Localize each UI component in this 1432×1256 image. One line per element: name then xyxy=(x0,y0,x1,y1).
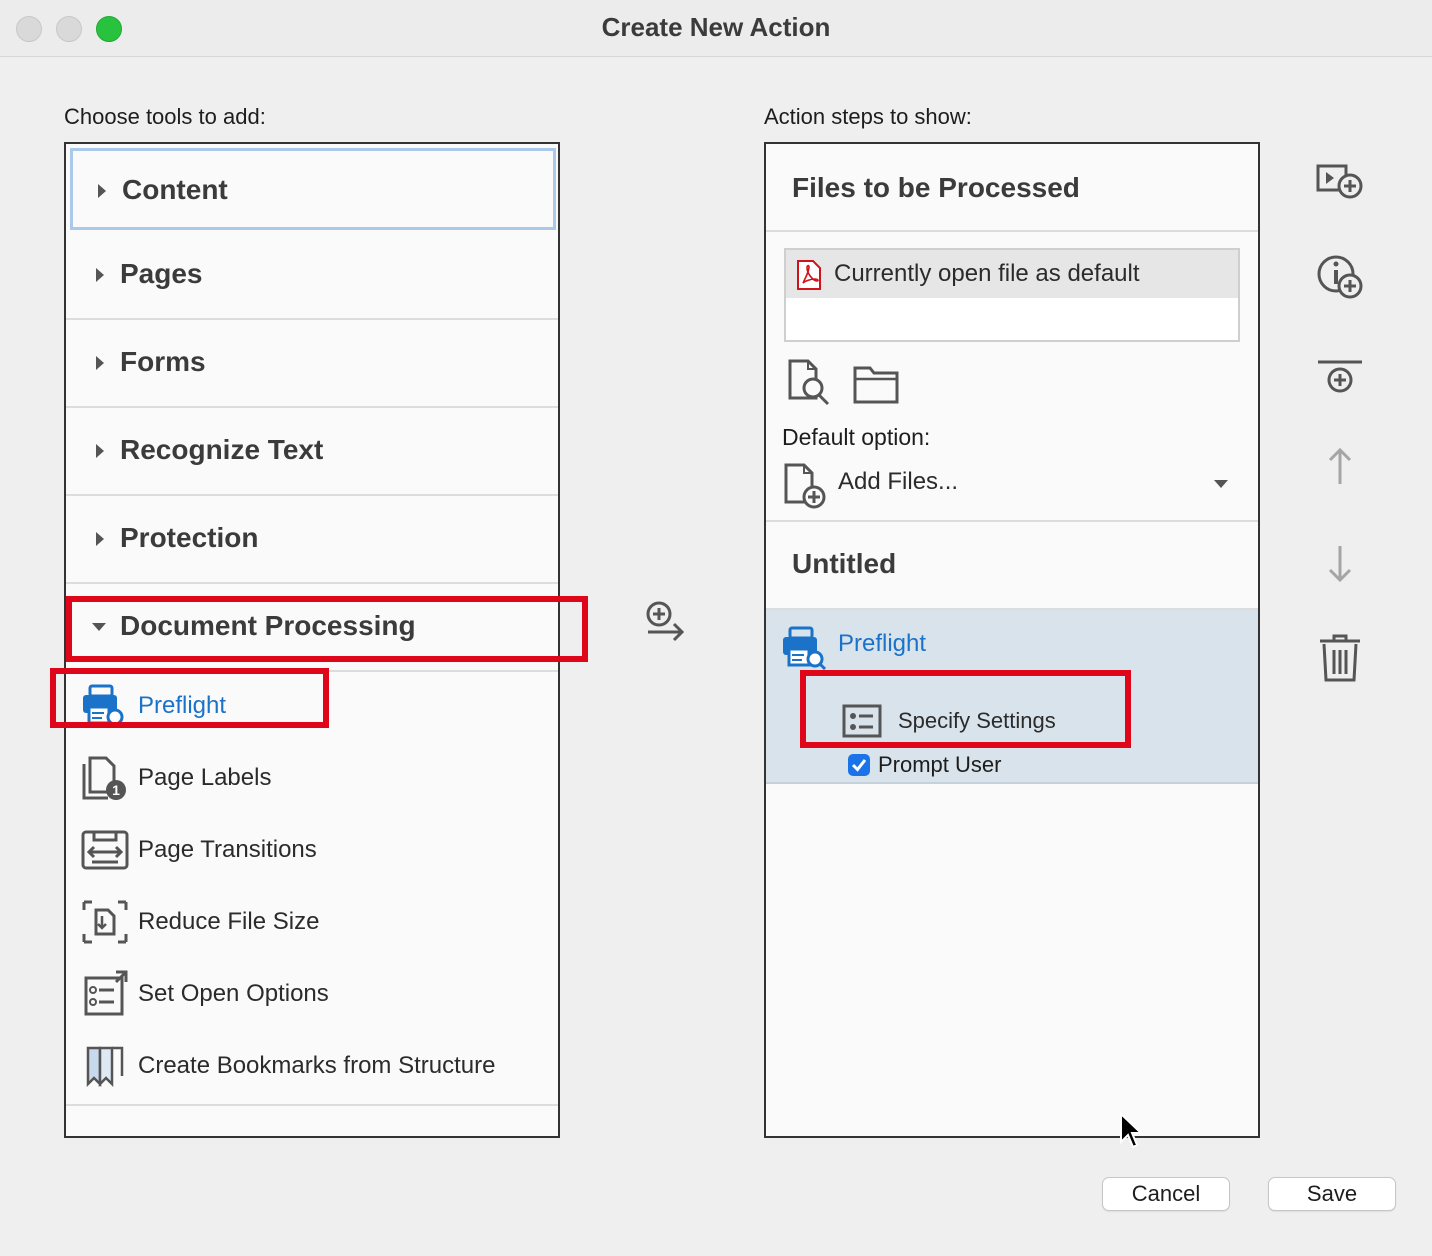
prompt-user-checkbox[interactable] xyxy=(848,754,870,776)
files-list[interactable]: Currently open file as default xyxy=(784,248,1240,342)
add-to-action-icon[interactable] xyxy=(644,600,688,648)
move-up-arrow-icon[interactable] xyxy=(1312,444,1368,496)
chevron-down-icon xyxy=(1214,480,1228,488)
divider xyxy=(766,230,1258,232)
checkmark-icon xyxy=(851,759,867,772)
add-files-icon xyxy=(784,463,826,509)
reduce-file-size-icon xyxy=(82,900,128,944)
bookmarks-icon xyxy=(86,1046,124,1088)
highlight-document-processing xyxy=(66,596,588,662)
category-protection[interactable]: Protection xyxy=(66,496,558,584)
page-labels-icon: 1 xyxy=(82,756,126,800)
list-divider xyxy=(66,1104,558,1106)
action-steps-label: Action steps to show: xyxy=(764,104,972,129)
svg-text:1: 1 xyxy=(112,782,120,798)
move-down-arrow-icon[interactable] xyxy=(1312,540,1368,592)
expand-triangle-icon xyxy=(96,532,104,546)
default-option-label: Default option: xyxy=(782,424,931,450)
default-option-dropdown[interactable]: Add Files... xyxy=(782,462,1242,510)
untitled-section-title[interactable]: Untitled xyxy=(792,548,896,580)
expand-triangle-icon xyxy=(96,444,104,458)
add-instructions-icon[interactable] xyxy=(1312,252,1368,304)
files-section-title: Files to be Processed xyxy=(792,172,1080,203)
tool-page-labels[interactable]: 1 Page Labels xyxy=(80,748,550,808)
page-transitions-icon xyxy=(81,830,129,870)
browse-file-icon[interactable] xyxy=(786,358,834,406)
divider xyxy=(766,520,1258,522)
save-button[interactable]: Save xyxy=(1268,1177,1396,1211)
choose-tools-label: Choose tools to add: xyxy=(64,104,266,129)
expand-triangle-icon xyxy=(98,184,106,198)
category-recognize-text[interactable]: Recognize Text xyxy=(66,408,558,496)
preflight-icon xyxy=(783,626,827,671)
category-forms[interactable]: Forms xyxy=(66,320,558,408)
window-title: Create New Action xyxy=(601,12,831,42)
add-panel-separator-icon[interactable] xyxy=(1312,354,1368,406)
file-list-item[interactable]: Currently open file as default xyxy=(786,250,1238,298)
highlight-preflight-tool xyxy=(50,668,329,728)
action-steps-panel: Files to be Processed Currently open fil… xyxy=(764,142,1260,1138)
trash-icon[interactable] xyxy=(1312,632,1368,684)
cancel-button[interactable]: Cancel xyxy=(1102,1177,1230,1211)
tool-page-transitions[interactable]: Page Transitions xyxy=(80,820,550,880)
folder-icon[interactable] xyxy=(852,362,900,406)
step-preflight-label: Preflight xyxy=(838,630,927,657)
expand-triangle-icon xyxy=(96,356,104,370)
pdf-file-icon xyxy=(797,260,821,290)
mouse-cursor-icon xyxy=(1120,1112,1144,1149)
prompt-user-label: Prompt User xyxy=(878,752,1002,777)
tool-reduce-file-size[interactable]: Reduce File Size xyxy=(80,892,550,952)
category-pages[interactable]: Pages xyxy=(66,232,558,320)
category-content[interactable]: Content xyxy=(70,148,556,230)
highlight-specify-settings xyxy=(800,670,1131,748)
expand-triangle-icon xyxy=(96,268,104,282)
title-bar: Create New Action xyxy=(0,0,1432,57)
tool-set-open-options[interactable]: Set Open Options xyxy=(80,964,550,1024)
tool-create-bookmarks[interactable]: Create Bookmarks from Structure xyxy=(80,1036,550,1096)
insert-menu-item-icon[interactable] xyxy=(1312,158,1368,210)
set-open-options-icon xyxy=(84,970,128,1016)
